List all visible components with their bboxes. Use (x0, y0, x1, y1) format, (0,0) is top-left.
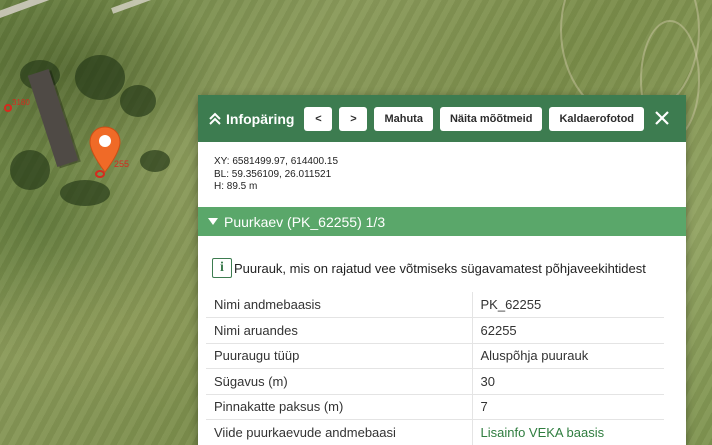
property-value: 62255 (472, 317, 664, 344)
next-button[interactable]: > (339, 106, 368, 131)
previous-button[interactable]: < (304, 106, 333, 131)
marker-label: 255 (114, 159, 130, 169)
table-row: Sügavus (m) 30 (206, 368, 664, 395)
table-row: Pinnakatte paksus (m) 7 (206, 394, 664, 420)
xy-coordinates: XY: 6581499.97, 614400.15 (214, 156, 339, 167)
property-value: 7 (472, 394, 664, 420)
property-value: 30 (472, 368, 664, 395)
tree (140, 150, 170, 172)
selected-point-marker (95, 170, 105, 178)
property-value-link-cell: Lisainfo VEKA baasis (472, 419, 664, 445)
well-point-label: 3180 (12, 98, 30, 107)
table-row: Nimi aruandes 62255 (206, 317, 664, 344)
property-value: PK_62255 (472, 292, 664, 318)
panel-title: Infopäring (226, 110, 295, 127)
coordinates-block: XY: 6581499.97, 614400.15 BL: 59.356109,… (198, 142, 686, 207)
property-key: Nimi andmebaasis (206, 292, 473, 318)
panel-header: Infopäring < > Mahuta Näita mõõtmeid Kal… (198, 95, 686, 142)
double-chevron-up-icon[interactable] (208, 112, 222, 126)
caret-down-icon (208, 218, 218, 225)
properties-table: Nimi andmebaasis PK_62255 Nimi aruandes … (206, 292, 664, 445)
table-row: Puuraugu tüüp Aluspõhja puurauk (206, 343, 664, 369)
height-value: H: 89.5 m (214, 181, 258, 192)
fit-button[interactable]: Mahuta (374, 106, 433, 131)
property-value: Aluspõhja puurauk (472, 343, 664, 369)
property-key: Viide puurkaevude andmebaasi (206, 419, 473, 445)
show-measurements-button[interactable]: Näita mõõtmeid (439, 106, 543, 131)
description-text: Puurauk, mis on rajatud vee võtmiseks sü… (234, 260, 646, 276)
section-header-well[interactable]: Puurkaev (PK_62255) 1/3 (198, 207, 686, 236)
well-point-marker[interactable] (4, 104, 12, 112)
property-key: Puuraugu tüüp (206, 343, 473, 369)
table-row: Nimi andmebaasis PK_62255 (206, 292, 664, 318)
tree (75, 55, 125, 100)
close-icon[interactable] (652, 108, 672, 128)
bl-coordinates: BL: 59.356109, 26.011521 (214, 168, 332, 180)
oblique-photos-button[interactable]: Kaldaerofotod (549, 106, 645, 131)
tree (120, 85, 156, 117)
section-title: Puurkaev (PK_62255) 1/3 (224, 213, 386, 230)
veka-database-link[interactable]: Lisainfo VEKA baasis (481, 425, 605, 440)
tree (60, 180, 110, 206)
info-panel: Infopäring < > Mahuta Näita mõõtmeid Kal… (198, 95, 686, 445)
table-row: Viide puurkaevude andmebaasi Lisainfo VE… (206, 419, 664, 445)
property-key: Pinnakatte paksus (m) (206, 394, 473, 420)
property-key: Sügavus (m) (206, 368, 473, 395)
description-row: i Puurauk, mis on rajatud vee võtmiseks … (198, 236, 686, 284)
property-key: Nimi aruandes (206, 317, 473, 344)
tree (10, 150, 50, 190)
info-icon: i (212, 258, 232, 278)
